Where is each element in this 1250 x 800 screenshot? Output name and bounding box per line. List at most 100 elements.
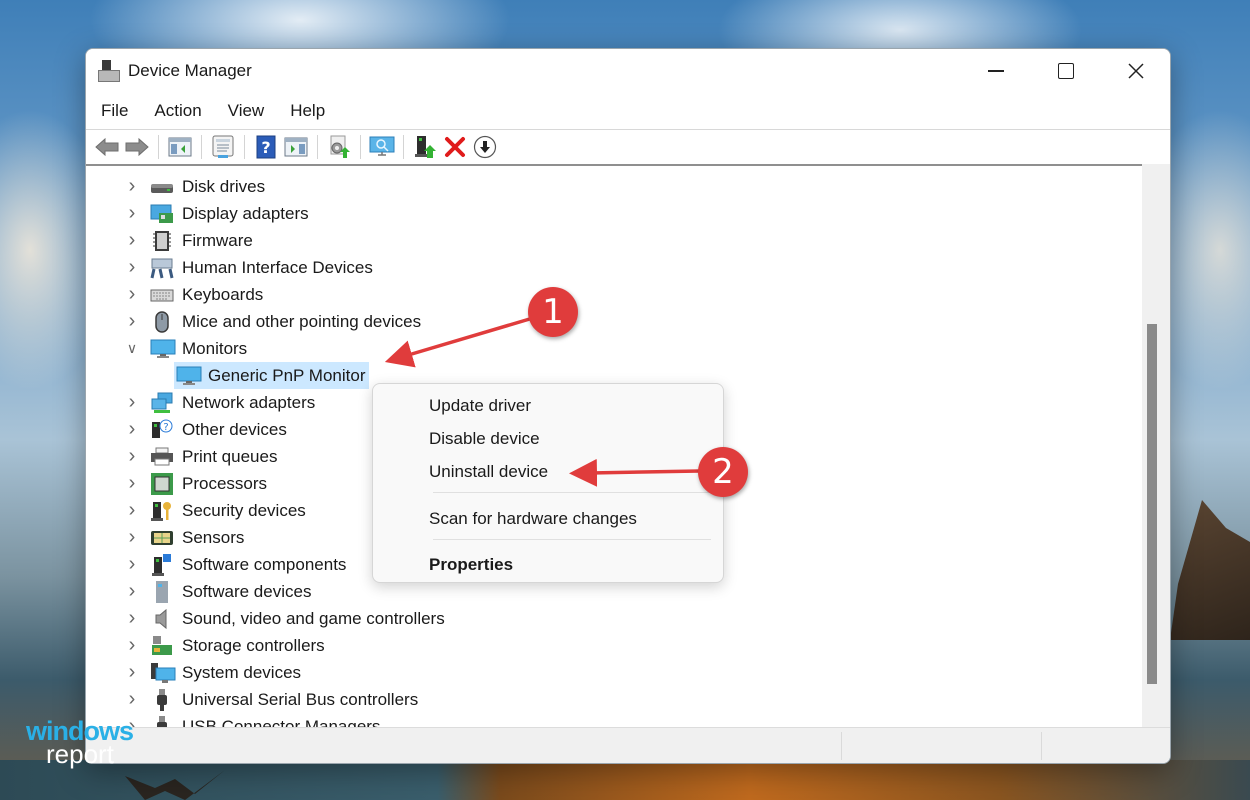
tree-item-storage-controllers[interactable]: › Storage controllers — [86, 632, 325, 659]
chevron-right-icon[interactable]: › — [122, 256, 142, 279]
scroll-thumb[interactable] — [1147, 324, 1157, 684]
window-title: Device Manager — [128, 61, 252, 80]
update-driver-button[interactable] — [324, 133, 354, 161]
software-device-icon — [150, 580, 174, 603]
tree-item-software-components[interactable]: › Software components — [86, 551, 346, 578]
tree-item-human-interface-devices[interactable]: › Human Interface Devices — [86, 254, 373, 281]
maximize-button[interactable] — [1031, 49, 1101, 93]
chevron-right-icon[interactable]: › — [122, 391, 142, 414]
arrow-left-icon — [95, 137, 119, 157]
annotation-badge-1: 1 — [528, 287, 578, 337]
tree-item-label: Human Interface Devices — [182, 257, 373, 277]
chevron-right-icon[interactable]: › — [122, 229, 142, 252]
tree-item-label: Sound, video and game controllers — [182, 608, 445, 628]
menu-help[interactable]: Help — [278, 101, 337, 121]
toolbar: ? — [86, 130, 1170, 165]
chevron-right-icon[interactable]: › — [122, 499, 142, 522]
tree-item-label: Sensors — [182, 527, 245, 547]
context-menu-disable-device[interactable]: Disable device — [429, 429, 540, 449]
chevron-right-icon[interactable]: › — [122, 526, 142, 549]
close-button[interactable] — [1101, 49, 1170, 93]
svg-text:?: ? — [163, 422, 168, 433]
tree-item-sensors[interactable]: › Sensors — [86, 524, 245, 551]
chevron-right-icon[interactable]: › — [122, 634, 142, 657]
tree-item-label: Display adapters — [182, 203, 309, 223]
tree-item-label: Monitors — [182, 338, 248, 358]
firmware-chip-icon — [150, 230, 174, 252]
enable-device-button[interactable] — [410, 133, 440, 161]
minimize-button[interactable] — [961, 49, 1031, 93]
help-button[interactable]: ? — [251, 133, 281, 161]
tree-item-security-devices[interactable]: › Security devices — [86, 497, 306, 524]
tree-item-firmware[interactable]: › Firmware — [86, 227, 253, 254]
context-menu-uninstall-device[interactable]: Uninstall device — [429, 462, 548, 482]
network-icon — [150, 392, 174, 414]
chevron-right-icon[interactable]: › — [122, 580, 142, 603]
tree-item-keyboards[interactable]: › Keyboards — [86, 281, 264, 308]
menu-file[interactable]: File — [89, 101, 140, 121]
toolbar-separator — [317, 135, 318, 159]
back-button[interactable] — [92, 133, 122, 161]
tree-item-label: Other devices — [182, 419, 287, 439]
tree-item-label: Security devices — [182, 500, 306, 520]
tree-item-label: Processors — [182, 473, 268, 493]
tree-item-processors[interactable]: › Processors — [86, 470, 267, 497]
tree-item-universal-serial-bus-controllers[interactable]: › Universal Serial Bus controllers — [86, 686, 418, 713]
uninstall-device-button[interactable] — [440, 133, 470, 161]
tree-item-monitors[interactable]: ∨ Monitors — [86, 335, 247, 362]
minimize-icon — [988, 70, 1004, 72]
scan-hardware-button[interactable] — [367, 133, 397, 161]
chevron-right-icon[interactable]: › — [122, 472, 142, 495]
tree-item-label: Storage controllers — [182, 635, 325, 655]
security-key-icon — [150, 500, 174, 522]
context-menu-separator — [433, 539, 711, 540]
tree-item-software-devices[interactable]: › Software devices — [86, 578, 311, 605]
chevron-right-icon[interactable]: › — [122, 202, 142, 225]
properties-button[interactable] — [208, 133, 238, 161]
chevron-right-icon[interactable]: › — [122, 175, 142, 198]
disable-device-button[interactable] — [470, 133, 500, 161]
software-component-icon — [150, 553, 174, 576]
monitor-icon — [176, 365, 202, 387]
forward-button[interactable] — [122, 133, 152, 161]
usb-icon — [150, 688, 174, 711]
chevron-right-icon[interactable]: › — [122, 283, 142, 306]
chevron-right-icon[interactable]: › — [122, 661, 142, 684]
processor-icon — [150, 472, 174, 495]
tree-item-display-adapters[interactable]: › Display adapters — [86, 200, 309, 227]
context-menu: Update driver Disable device Uninstall d… — [372, 383, 724, 583]
tree-item-network-adapters[interactable]: › Network adapters — [86, 389, 316, 416]
chevron-right-icon[interactable]: › — [122, 418, 142, 441]
display-adapter-icon — [150, 203, 174, 225]
menu-view[interactable]: View — [216, 101, 277, 121]
context-menu-properties[interactable]: Properties — [429, 555, 513, 575]
chevron-right-icon[interactable]: › — [122, 310, 142, 333]
context-menu-scan-hardware[interactable]: Scan for hardware changes — [429, 509, 637, 529]
tree-item-disk-drives[interactable]: › Disk drives — [86, 173, 265, 200]
chevron-right-icon[interactable]: › — [122, 553, 142, 576]
chevron-right-icon[interactable]: › — [122, 607, 142, 630]
tree-item-print-queues[interactable]: › Print queues — [86, 443, 278, 470]
chevron-right-icon[interactable]: › — [122, 445, 142, 468]
chevron-right-icon[interactable]: › — [122, 688, 142, 711]
chevron-down-icon[interactable]: ∨ — [122, 340, 142, 357]
maximize-icon — [1058, 63, 1074, 79]
toolbar-separator — [158, 135, 159, 159]
tree-item-mice-and-other-pointing-devices[interactable]: › Mice and other pointing devices — [86, 308, 421, 335]
tree-item-system-devices[interactable]: › System devices — [86, 659, 301, 686]
menu-action[interactable]: Action — [142, 101, 213, 121]
tree-item-label: Keyboards — [182, 284, 264, 304]
tree-item-generic-pnp-monitor[interactable]: Generic PnP Monitor — [174, 362, 370, 389]
tree-item-other-devices[interactable]: ›? Other devices — [86, 416, 287, 443]
context-menu-update-driver[interactable]: Update driver — [429, 396, 531, 416]
tree-item-label: Disk drives — [182, 176, 266, 196]
vertical-scrollbar[interactable] — [1142, 164, 1170, 727]
menu-bar: File Action View Help — [86, 93, 1170, 130]
show-hide-console-tree-button[interactable] — [165, 133, 195, 161]
help-icon: ? — [256, 135, 276, 159]
disk-drive-icon — [150, 176, 174, 198]
tree-item-sound-video-and-game-controllers[interactable]: › Sound, video and game controllers — [86, 605, 445, 632]
device-manager-icon — [98, 60, 120, 82]
show-hide-action-pane-button[interactable] — [281, 133, 311, 161]
unknown-device-icon: ? — [150, 419, 174, 441]
